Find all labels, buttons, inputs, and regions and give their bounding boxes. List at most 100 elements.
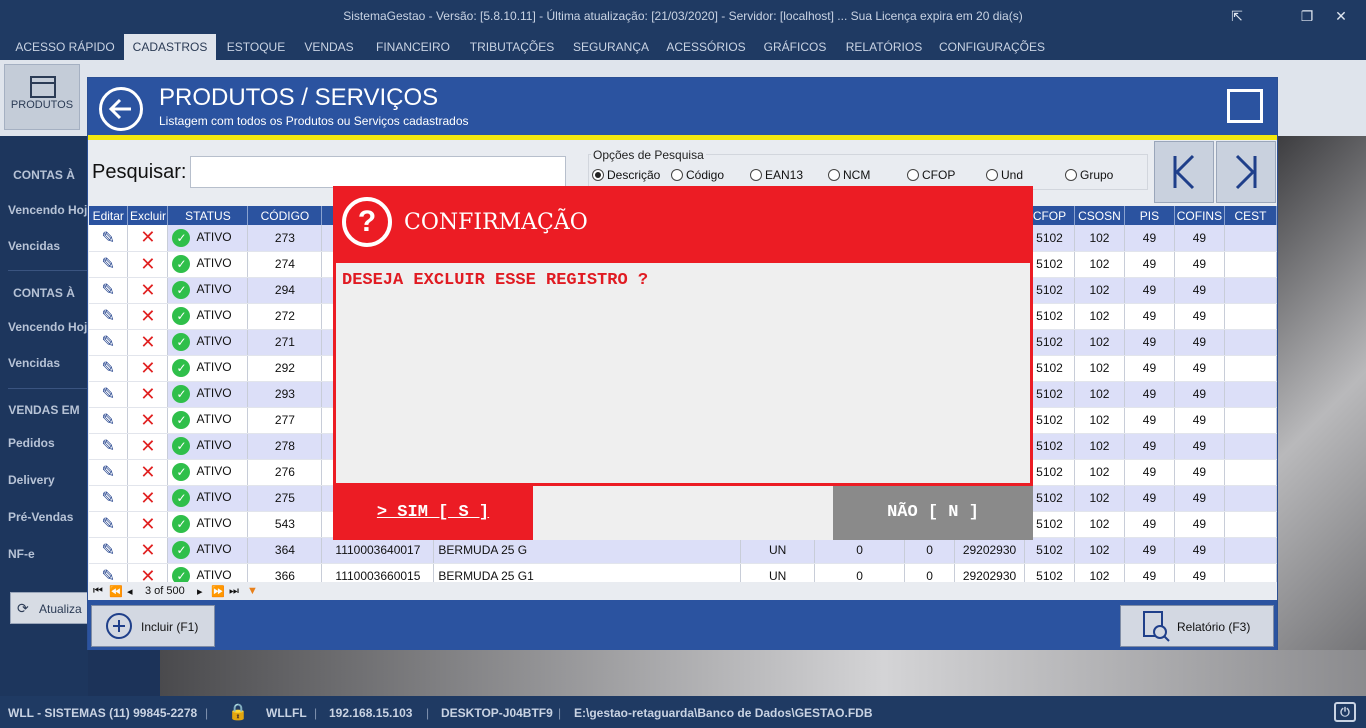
delete-cell[interactable]: ✕ [127, 407, 169, 434]
delete-icon[interactable]: ✕ [140, 462, 155, 482]
delete-icon[interactable]: ✕ [140, 358, 155, 378]
delete-cell[interactable]: ✕ [127, 485, 169, 512]
col-excluir[interactable]: Excluir [127, 206, 169, 225]
prev-page-icon[interactable]: ⏪ [109, 585, 123, 598]
first-icon[interactable]: ⏮ [93, 585, 103, 598]
delete-cell[interactable]: ✕ [127, 433, 169, 460]
edit-cell[interactable]: ✎ [89, 251, 129, 278]
last-page-button[interactable] [1216, 141, 1276, 203]
edit-cell[interactable]: ✎ [89, 433, 129, 460]
delete-icon[interactable]: ✕ [140, 254, 155, 274]
menu-graficos[interactable]: GRÁFICOS [756, 34, 834, 60]
delete-cell[interactable]: ✕ [127, 563, 169, 582]
col-pis[interactable]: PIS [1124, 206, 1175, 225]
radio-codigo[interactable]: Código [671, 168, 724, 182]
next-icon[interactable]: ▸ [197, 585, 203, 598]
delete-icon[interactable]: ✕ [140, 227, 155, 247]
pencil-icon[interactable]: ✎ [102, 308, 115, 325]
sidebar-item-vencidas[interactable]: Vencidas [8, 239, 60, 253]
delete-cell[interactable]: ✕ [127, 537, 169, 564]
edit-cell[interactable]: ✎ [89, 511, 129, 538]
pencil-icon[interactable]: ✎ [102, 360, 115, 377]
delete-icon[interactable]: ✕ [140, 436, 155, 456]
pencil-icon[interactable]: ✎ [102, 438, 115, 455]
sidebar-item-vencendo-hoje-2[interactable]: Vencendo Hoj [8, 320, 87, 334]
filter-icon[interactable]: ▼ [247, 585, 258, 597]
refresh-button[interactable]: ⟳ Atualiza [10, 592, 90, 624]
delete-icon[interactable]: ✕ [140, 306, 155, 326]
radio-ean13[interactable]: EAN13 [750, 168, 803, 182]
col-status[interactable]: STATUS [167, 206, 249, 225]
edit-cell[interactable]: ✎ [89, 381, 129, 408]
pencil-icon[interactable]: ✎ [102, 256, 115, 273]
sidebar-item-pedidos[interactable]: Pedidos [8, 436, 55, 450]
edit-cell[interactable]: ✎ [89, 355, 129, 382]
menu-financeiro[interactable]: FINANCEIRO [368, 34, 458, 60]
pin-icon[interactable]: ⇱ [1224, 6, 1250, 26]
delete-cell[interactable]: ✕ [127, 329, 169, 356]
radio-descricao[interactable]: Descrição [592, 168, 660, 182]
radio-cfop[interactable]: CFOP [907, 168, 955, 182]
maximize-button[interactable] [1227, 89, 1263, 123]
pencil-icon[interactable]: ✎ [102, 568, 115, 582]
pencil-icon[interactable]: ✎ [102, 490, 115, 507]
edit-cell[interactable]: ✎ [89, 537, 129, 564]
delete-cell[interactable]: ✕ [127, 277, 169, 304]
search-input[interactable] [190, 156, 566, 188]
edit-cell[interactable]: ✎ [89, 563, 129, 582]
pencil-icon[interactable]: ✎ [102, 516, 115, 533]
pencil-icon[interactable]: ✎ [102, 282, 115, 299]
produtos-button[interactable]: PRODUTOS [4, 64, 80, 130]
sidebar-item-pre-vendas[interactable]: Pré-Vendas [8, 510, 73, 524]
report-button[interactable]: Relatório (F3) [1120, 605, 1274, 647]
edit-cell[interactable]: ✎ [89, 225, 129, 252]
edit-cell[interactable]: ✎ [89, 303, 129, 330]
sidebar-item-delivery[interactable]: Delivery [8, 473, 55, 487]
menu-acessorios[interactable]: ACESSÓRIOS [662, 34, 750, 60]
delete-cell[interactable]: ✕ [127, 381, 169, 408]
delete-cell[interactable]: ✕ [127, 459, 169, 486]
table-row[interactable]: ✎ ✕ ✓ ATIVO 364 1110003640017 BERMUDA 25 G UN 0 0… [89, 537, 1277, 564]
add-button[interactable]: Incluir (F1) [91, 605, 215, 647]
menu-cadastros[interactable]: CADASTROS [124, 34, 216, 60]
delete-icon[interactable]: ✕ [140, 488, 155, 508]
prev-icon[interactable]: ◂ [127, 585, 133, 598]
col-csosn[interactable]: CSOSN [1074, 206, 1125, 225]
close-icon[interactable]: ✕ [1328, 6, 1354, 26]
first-page-button[interactable] [1154, 141, 1214, 203]
next-page-icon[interactable]: ⏩ [211, 585, 225, 598]
edit-cell[interactable]: ✎ [89, 459, 129, 486]
pencil-icon[interactable]: ✎ [102, 464, 115, 481]
delete-cell[interactable]: ✕ [127, 511, 169, 538]
last-icon[interactable]: ⏭ [229, 585, 239, 598]
delete-cell[interactable]: ✕ [127, 225, 169, 252]
radio-ncm[interactable]: NCM [828, 168, 870, 182]
pencil-icon[interactable]: ✎ [102, 386, 115, 403]
edit-cell[interactable]: ✎ [89, 277, 129, 304]
radio-grupo[interactable]: Grupo [1065, 168, 1113, 182]
pencil-icon[interactable]: ✎ [102, 542, 115, 559]
sidebar-item-vencendo-hoje[interactable]: Vencendo Hoj [8, 203, 87, 217]
sidebar-item-vencidas-2[interactable]: Vencidas [8, 356, 60, 370]
sidebar-item-nfe[interactable]: NF-e [8, 547, 35, 561]
delete-icon[interactable]: ✕ [140, 384, 155, 404]
delete-cell[interactable]: ✕ [127, 355, 169, 382]
pencil-icon[interactable]: ✎ [102, 230, 115, 247]
delete-cell[interactable]: ✕ [127, 251, 169, 278]
edit-cell[interactable]: ✎ [89, 485, 129, 512]
col-cest[interactable]: CEST [1224, 206, 1277, 225]
delete-icon[interactable]: ✕ [140, 514, 155, 534]
menu-relatorios[interactable]: RELATÓRIOS [840, 34, 928, 60]
col-editar[interactable]: Editar [89, 206, 129, 225]
delete-icon[interactable]: ✕ [140, 280, 155, 300]
table-row[interactable]: ✎ ✕ ✓ ATIVO 366 1110003660015 BERMUDA 25 G1 UN 0… [89, 563, 1277, 582]
menu-vendas[interactable]: VENDAS [296, 34, 362, 60]
delete-icon[interactable]: ✕ [140, 410, 155, 430]
yes-button[interactable]: > SIM [ S ] [333, 486, 533, 540]
radio-und[interactable]: Und [986, 168, 1023, 182]
edit-cell[interactable]: ✎ [89, 329, 129, 356]
back-button[interactable] [99, 87, 143, 131]
restore-icon[interactable]: ❐ [1294, 6, 1320, 26]
delete-icon[interactable]: ✕ [140, 332, 155, 352]
menu-tributacoes[interactable]: TRIBUTAÇÕES [464, 34, 560, 60]
